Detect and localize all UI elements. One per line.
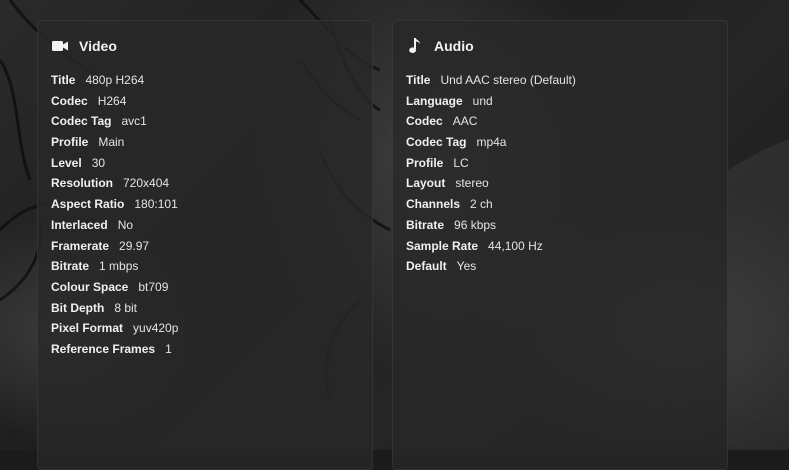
video-property-value: bt709 [138, 279, 169, 294]
video-property-label: Interlaced [51, 217, 108, 232]
video-property-row: Bit Depth 8 bit [51, 298, 359, 319]
video-property-row: Pixel Format yuv420p [51, 318, 359, 339]
video-property-row: Colour Space bt709 [51, 277, 359, 298]
video-property-row: Resolution 720x404 [51, 173, 359, 194]
audio-property-value: mp4a [476, 135, 507, 150]
video-property-value: 8 bit [114, 300, 138, 315]
video-property-row: Level 30 [51, 153, 359, 174]
audio-property-label: Default [406, 259, 447, 274]
audio-property-value: 44,100 Hz [488, 238, 543, 253]
audio-property-value: Und AAC stereo (Default) [440, 73, 576, 87]
audio-property-row: Codec Tag mp4a [406, 132, 714, 153]
music-note-icon [406, 37, 424, 55]
video-property-value: 480p H264 [85, 73, 145, 87]
audio-property-value: LC [453, 155, 469, 170]
video-property-label: Resolution [51, 176, 113, 191]
audio-property-row: Codec AAC [406, 111, 714, 132]
audio-property-label: Title [406, 73, 431, 87]
video-property-value: H264 [97, 93, 127, 108]
audio-property-row: Bitrate 96 kbps [406, 215, 714, 236]
video-property-value: Main [98, 135, 125, 150]
video-property-value: 30 [91, 155, 106, 170]
video-property-row: Title 480p H264 [51, 70, 359, 91]
video-property-row: Profile Main [51, 132, 359, 153]
audio-property-label: Language [406, 93, 463, 108]
video-property-label: Aspect Ratio [51, 197, 125, 212]
audio-property-row: Language und [406, 91, 714, 112]
audio-panel-header: Audio [406, 37, 714, 55]
audio-property-list: Title Und AAC stereo (Default) Language und… [406, 70, 714, 277]
audio-property-label: Channels [406, 197, 461, 212]
video-property-label: Colour Space [51, 279, 129, 294]
video-property-row: Codec Tag avc1 [51, 111, 359, 132]
video-property-value: 180:101 [134, 197, 178, 212]
audio-property-label: Layout [406, 176, 446, 191]
video-property-label: Level [51, 155, 82, 170]
video-property-label: Pixel Format [51, 321, 124, 336]
audio-panel-title: Audio [434, 38, 474, 54]
audio-property-value: AAC [452, 114, 478, 129]
video-property-value: No [117, 217, 134, 232]
video-property-value: 720x404 [123, 176, 170, 191]
audio-property-value: und [472, 93, 493, 108]
video-property-row: Interlaced No [51, 215, 359, 236]
video-property-row: Codec H264 [51, 91, 359, 112]
audio-property-row: Default Yes [406, 256, 714, 277]
audio-property-row: Profile LC [406, 153, 714, 174]
video-property-value: yuv420p [133, 321, 179, 336]
audio-property-label: Bitrate [406, 217, 445, 232]
video-property-label: Profile [51, 135, 89, 150]
video-property-label: Bitrate [51, 259, 90, 274]
video-property-list: Title 480p H264 Codec H264 Codec Tag avc1 Prof… [51, 70, 359, 360]
audio-property-value: Yes [456, 259, 477, 274]
video-property-value: 1 mbps [99, 259, 139, 274]
audio-property-value: 96 kbps [454, 217, 497, 232]
audio-property-row: Sample Rate 44,100 Hz [406, 236, 714, 257]
video-property-label: Title [51, 73, 76, 87]
audio-property-value: 2 ch [470, 197, 493, 212]
audio-property-row: Layout stereo [406, 173, 714, 194]
video-property-value: 29.97 [119, 238, 150, 253]
video-info-panel: Video Title 480p H264 Codec H264 Codec Tag av… [37, 20, 373, 470]
video-property-label: Framerate [51, 238, 110, 253]
audio-property-row: Title Und AAC stereo (Default) [406, 70, 714, 91]
audio-property-label: Codec [406, 114, 443, 129]
video-property-value: avc1 [121, 114, 147, 129]
audio-property-label: Codec Tag [406, 135, 467, 150]
audio-info-panel: Audio Title Und AAC stereo (Default) Langu… [392, 20, 728, 470]
video-property-row: Framerate 29.97 [51, 236, 359, 257]
video-panel-title: Video [79, 38, 117, 54]
audio-property-label: Sample Rate [406, 238, 479, 253]
video-camera-icon [51, 37, 69, 55]
audio-property-value: stereo [455, 176, 489, 191]
video-property-label: Reference Frames [51, 341, 156, 356]
video-property-label: Codec [51, 93, 88, 108]
video-property-label: Codec Tag [51, 114, 112, 129]
audio-property-label: Profile [406, 155, 444, 170]
video-property-row: Reference Frames 1 [51, 339, 359, 360]
video-property-value: 1 [165, 341, 172, 356]
video-panel-header: Video [51, 37, 359, 55]
video-property-label: Bit Depth [51, 300, 105, 315]
audio-property-row: Channels 2 ch [406, 194, 714, 215]
video-property-row: Aspect Ratio 180:101 [51, 194, 359, 215]
video-property-row: Bitrate 1 mbps [51, 256, 359, 277]
